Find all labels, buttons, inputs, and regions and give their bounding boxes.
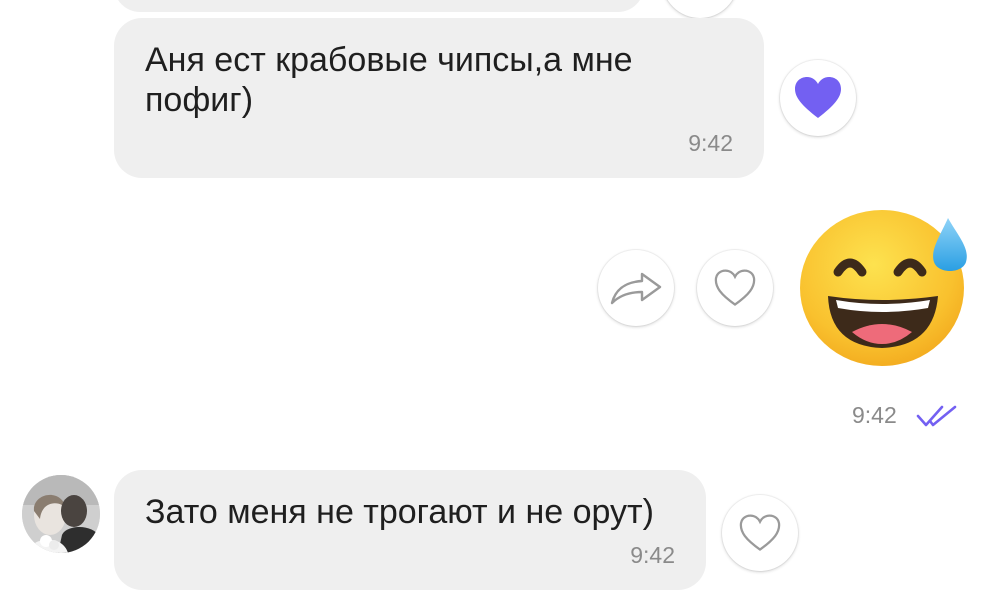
message-time: 9:42	[630, 542, 675, 568]
double-check-icon	[916, 405, 957, 427]
message-time: 9:42	[688, 130, 733, 156]
message-bubble[interactable]: Аня ест крабовые чипсы,а мне пофиг) 9:42	[114, 18, 764, 178]
heart-outline-icon	[714, 269, 756, 306]
message-text: Зато меня не трогают и не орут)	[145, 493, 654, 531]
message-bubble[interactable]: Зато меня не трогают и не орут) 9:42	[114, 470, 706, 590]
reaction-button[interactable]	[722, 495, 798, 571]
avatar[interactable]	[22, 475, 100, 553]
share-arrow-icon	[610, 272, 662, 305]
reaction-button[interactable]	[780, 60, 856, 136]
previous-reaction-button[interactable]	[662, 0, 738, 18]
reaction-button[interactable]	[697, 250, 773, 326]
chat-thread: Аня ест крабовые чипсы,а мне пофиг) 9:42	[0, 0, 1000, 606]
heart-icon	[795, 77, 841, 118]
forward-button[interactable]	[598, 250, 674, 326]
message-time: 9:42	[852, 402, 897, 428]
grinning-face-with-sweat-emoji[interactable]	[798, 208, 970, 370]
message-text: Аня ест крабовые чипсы,а мне пофиг)	[145, 41, 643, 119]
heart-outline-icon	[739, 514, 781, 551]
previous-message-bubble[interactable]	[114, 0, 644, 12]
avatar-photo	[22, 475, 100, 553]
